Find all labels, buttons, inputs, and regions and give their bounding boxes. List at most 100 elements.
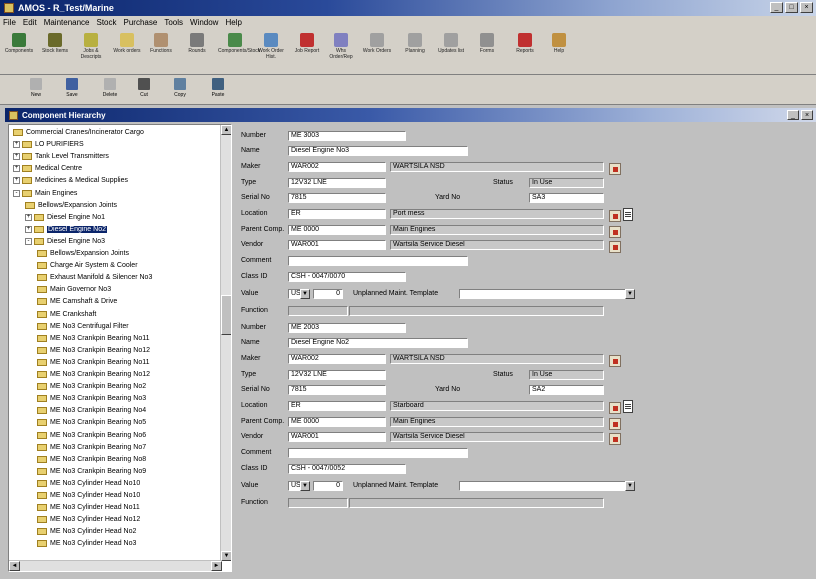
tree-expander[interactable]: +: [13, 165, 20, 173]
tree-expander[interactable]: +: [13, 177, 20, 185]
close-button[interactable]: ×: [800, 2, 813, 13]
serial-field[interactable]: 7815: [288, 193, 386, 203]
edit-button-5[interactable]: Paste: [204, 78, 232, 98]
menu-help[interactable]: Help: [225, 18, 241, 27]
parent-code-field[interactable]: ME 0000: [288, 225, 386, 235]
toolbar-button-10[interactable]: Work Orders: [360, 32, 394, 54]
type-field[interactable]: 12V32 LNE: [288, 178, 386, 188]
tree-horizontal-scrollbar[interactable]: ◄ ►: [9, 560, 222, 571]
maximize-button[interactable]: □: [785, 2, 798, 13]
comment-field[interactable]: [288, 256, 468, 266]
value-field[interactable]: 0: [313, 289, 343, 299]
tree-node[interactable]: ME No3 Cylinder Head No11: [37, 503, 140, 512]
tree-expander[interactable]: -: [25, 237, 32, 245]
toolbar-button-6[interactable]: Components/Stock: [218, 32, 260, 54]
tree-expander[interactable]: -: [13, 189, 20, 197]
tree-node[interactable]: + Medical Centre: [13, 164, 82, 173]
toolbar-button-4[interactable]: Functions: [144, 32, 178, 54]
child-close-button[interactable]: ×: [801, 110, 813, 120]
minimize-button[interactable]: _: [770, 2, 783, 13]
unplanned-template-field[interactable]: [459, 481, 635, 491]
toolbar-button-1[interactable]: Stock Items: [38, 32, 72, 54]
currency-dropdown[interactable]: ▼: [300, 289, 310, 299]
tree-node[interactable]: Exhaust Manifold & Silencer No3: [37, 273, 152, 282]
toolbar-button-13[interactable]: Forms: [470, 32, 504, 54]
toolbar-button-0[interactable]: Components: [2, 32, 36, 54]
number-field[interactable]: ME 3003: [288, 131, 406, 141]
scroll-up-button[interactable]: ▲: [221, 125, 231, 135]
component-tree[interactable]: Commercial Cranes/Incinerator Cargo + LO P…: [8, 124, 232, 572]
tree-node[interactable]: Main Governor No3: [37, 285, 111, 294]
class-id-field[interactable]: CSH - 0047/0070: [288, 272, 406, 282]
toolbar-button-15[interactable]: Help: [542, 32, 576, 54]
vendor-code-field[interactable]: WAR001: [288, 240, 386, 250]
toolbar-button-9[interactable]: Whs Order/Rep: [324, 32, 358, 60]
toolbar-button-5[interactable]: Rounds: [180, 32, 214, 54]
tree-node[interactable]: ME No3 Cylinder Head No2: [37, 527, 136, 536]
tree-node[interactable]: ME No3 Cylinder Head No10: [37, 491, 140, 500]
tree-node[interactable]: + LO PURIFIERS: [13, 140, 84, 149]
vendor-lookup-icon[interactable]: [609, 433, 621, 445]
scroll-down-button[interactable]: ▼: [221, 551, 231, 561]
edit-button-1[interactable]: Save: [58, 78, 86, 98]
menu-window[interactable]: Window: [190, 18, 218, 27]
toolbar-button-12[interactable]: Updates list: [434, 32, 468, 54]
tree-node[interactable]: ME Camshaft & Drive: [37, 297, 117, 306]
tree-node[interactable]: + Tank Level Transmitters: [13, 152, 109, 161]
tree-node[interactable]: ME No3 Crankpin Bearing No5: [37, 418, 146, 427]
toolbar-button-11[interactable]: Planning: [398, 32, 432, 54]
tree-node[interactable]: ME No3 Crankpin Bearing No3: [37, 394, 146, 403]
menu-stock[interactable]: Stock: [97, 18, 117, 27]
serial-field[interactable]: 7815: [288, 385, 386, 395]
tree-expander[interactable]: +: [13, 153, 20, 161]
scroll-right-button[interactable]: ►: [211, 561, 222, 571]
tree-node[interactable]: + Diesel Engine No2: [25, 225, 107, 234]
menu-maintenance[interactable]: Maintenance: [44, 18, 90, 27]
tree-node[interactable]: ME No3 Crankpin Bearing No9: [37, 467, 146, 476]
location-lookup-icon[interactable]: [609, 402, 621, 414]
tree-node[interactable]: + Diesel Engine No1: [25, 213, 105, 222]
tree-node[interactable]: ME No3 Crankpin Bearing No2: [37, 382, 146, 391]
location-code-field[interactable]: ER: [288, 401, 386, 411]
tree-vertical-scrollbar[interactable]: ▲ ▼: [220, 125, 231, 561]
name-field[interactable]: Diesel Engine No3: [288, 146, 468, 156]
tree-node[interactable]: Bellows/Expansion Joints: [37, 249, 129, 258]
tree-node[interactable]: ME No3 Crankpin Bearing No4: [37, 406, 146, 415]
menu-tools[interactable]: Tools: [164, 18, 183, 27]
tree-node[interactable]: - Diesel Engine No3: [25, 237, 105, 246]
currency-dropdown[interactable]: ▼: [300, 481, 310, 491]
toolbar-button-7[interactable]: Work Order Hist.: [254, 32, 288, 60]
tree-node[interactable]: ME No3 Crankpin Bearing No8: [37, 455, 146, 464]
tree-node[interactable]: - Main Engines: [13, 189, 77, 198]
edit-button-2[interactable]: Delete: [96, 78, 124, 98]
maker-lookup-icon[interactable]: [609, 163, 621, 175]
tree-node[interactable]: ME Crankshaft: [37, 310, 96, 319]
toolbar-button-3[interactable]: Work orders: [110, 32, 144, 54]
tree-node[interactable]: + Medicines & Medical Supplies: [13, 176, 128, 185]
edit-button-4[interactable]: Copy: [166, 78, 194, 98]
location-lookup-icon[interactable]: [609, 210, 621, 222]
tree-node[interactable]: ME No3 Centrifugal Filter: [37, 322, 129, 331]
maker-code-field[interactable]: WAR002: [288, 162, 386, 172]
comment-field[interactable]: [288, 448, 468, 458]
scroll-thumb[interactable]: [221, 295, 231, 335]
maker-code-field[interactable]: WAR002: [288, 354, 386, 364]
unplanned-dropdown[interactable]: ▼: [625, 289, 635, 299]
vendor-code-field[interactable]: WAR001: [288, 432, 386, 442]
location-code-field[interactable]: ER: [288, 209, 386, 219]
tree-node[interactable]: ME No3 Cylinder Head No12: [37, 515, 140, 524]
menu-edit[interactable]: Edit: [23, 18, 37, 27]
document-icon[interactable]: [623, 208, 633, 221]
parent-lookup-icon[interactable]: [609, 418, 621, 430]
tree-node[interactable]: Charge Air System & Cooler: [37, 261, 138, 270]
edit-button-3[interactable]: Cut: [130, 78, 158, 98]
parent-code-field[interactable]: ME 0000: [288, 417, 386, 427]
tree-node[interactable]: ME No3 Crankpin Bearing No6: [37, 431, 146, 440]
class-id-field[interactable]: CSH - 0047/0052: [288, 464, 406, 474]
unplanned-dropdown[interactable]: ▼: [625, 481, 635, 491]
toolbar-button-2[interactable]: Jobs & Descripts: [74, 32, 108, 60]
tree-node[interactable]: ME No3 Crankpin Bearing No11: [37, 334, 149, 343]
child-minimize-button[interactable]: _: [787, 110, 799, 120]
yard-field[interactable]: SA2: [529, 385, 604, 395]
tree-node[interactable]: ME No3 Cylinder Head No3: [37, 539, 136, 548]
